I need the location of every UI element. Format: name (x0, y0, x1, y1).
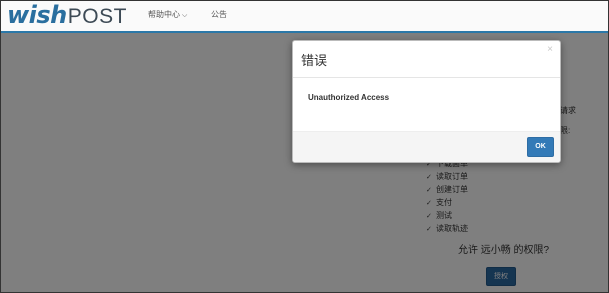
dialog-title: 错误 (301, 53, 328, 68)
wishpost-logo[interactable]: wish POST (7, 2, 127, 28)
dialog-body: Unauthorized Access (293, 78, 560, 130)
dialog-header: 错误 × (293, 41, 560, 78)
browser-viewport: wish POST 帮助中心⌵ 公告 请求 限: ✓下载面单 ✓读取订单 ✓创建… (0, 0, 609, 293)
nav-help-label: 帮助中心 (148, 10, 180, 19)
close-icon[interactable]: × (547, 44, 553, 56)
logo-post-text: POST (67, 5, 127, 28)
error-message: Unauthorized Access (308, 93, 390, 102)
dialog-footer: OK (293, 131, 560, 162)
nav-help-center[interactable]: 帮助中心 ⌵ (148, 9, 187, 22)
error-dialog: 错误 × Unauthorized Access OK (292, 40, 561, 163)
top-navbar: wish POST 帮助中心 ⌵ 公告 (1, 1, 608, 33)
nav-notice[interactable]: 公告 (211, 9, 227, 21)
ok-button[interactable]: OK (527, 137, 554, 157)
chevron-down-icon: ⌵ (182, 12, 188, 19)
logo-wish-text: wish (7, 1, 67, 29)
